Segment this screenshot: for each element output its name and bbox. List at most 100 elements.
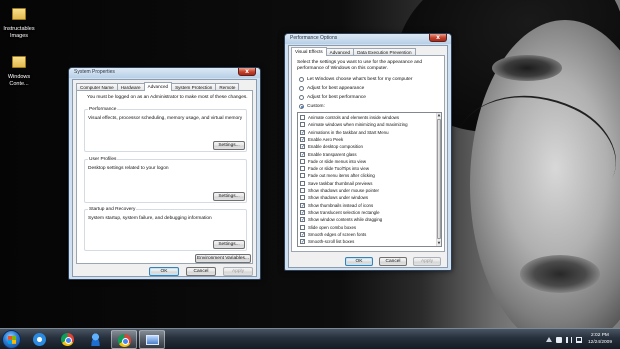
show-hidden-icons-icon[interactable] (545, 337, 552, 342)
taskbar-chrome-window[interactable] (111, 330, 137, 349)
visual-effect-label: Animations in the taskbar and Start Menu (308, 129, 389, 135)
checkbox[interactable] (300, 158, 305, 164)
desktop-icon-label: Windows (7, 74, 31, 80)
radio-label: Adjust for best performance (307, 95, 366, 100)
taskbar-system-properties[interactable] (139, 330, 165, 349)
checkbox[interactable] (300, 180, 305, 186)
desktop-icon-windows-content[interactable]: Windows Conte... (2, 52, 36, 87)
taskbar-internet-explorer[interactable] (27, 330, 53, 349)
ok-button[interactable]: OK (149, 267, 179, 276)
visual-effect-item[interactable]: ✓ Smooth-scroll list boxes (300, 238, 354, 245)
visual-effect-item[interactable]: ✓ Enable transparent glass (300, 151, 357, 158)
clock-time: 2:02 PM (591, 333, 609, 338)
ok-button[interactable]: OK (345, 257, 373, 266)
visual-effect-item[interactable]: ✓ Enable Aero Peek (300, 136, 343, 143)
chrome-icon (118, 334, 131, 347)
apply-button[interactable]: Apply (223, 267, 253, 276)
close-button[interactable]: x (238, 68, 256, 76)
cancel-button[interactable]: Cancel (186, 267, 216, 276)
visual-effect-item[interactable]: ✓ Show translucent selection rectangle (300, 209, 380, 216)
checkbox[interactable]: ✓ (300, 239, 305, 245)
visual-effect-item[interactable]: ✓ Show window contents while dragging (300, 216, 382, 223)
visual-effect-item[interactable]: ✓ Smooth edges of screen fonts (300, 231, 366, 238)
apply-button[interactable]: Apply (413, 257, 441, 266)
taskbar-chrome[interactable] (55, 330, 81, 349)
performance-options-window: Performance Options x Visual Effects Adv… (284, 33, 452, 271)
volume-icon[interactable] (565, 336, 572, 343)
visual-effect-label: Fade out menu items after clicking (308, 173, 375, 179)
visual-effect-label: Animate controls and elements inside win… (308, 115, 400, 120)
performance-options-titlebar[interactable]: Performance Options x (285, 34, 451, 44)
visual-effect-label: Enable Aero Peek (308, 136, 344, 142)
startup-recovery-title: Startup and Recovery (88, 207, 137, 212)
checkbox[interactable]: ✓ (300, 231, 305, 237)
checkbox[interactable]: ✓ (300, 136, 305, 142)
checkbox[interactable]: ✓ (300, 217, 305, 223)
checkbox[interactable]: ✓ (300, 144, 305, 150)
visual-effect-label: Enable desktop composition (308, 144, 363, 150)
desktop-icon-instructables-images[interactable]: Instructables Images (2, 4, 36, 39)
visual-effect-item[interactable]: Fade or slide ToolTips into view (300, 165, 369, 172)
visual-effect-item[interactable]: Save taskbar thumbnail previews (300, 180, 372, 187)
radio-button[interactable] (299, 95, 304, 100)
radio-button[interactable] (299, 86, 304, 91)
visual-effect-item[interactable]: ✓ Show thumbnails instead of icons (300, 202, 373, 209)
visual-effect-item[interactable]: Animate windows when minimizing and maxi… (300, 121, 408, 128)
checkbox[interactable] (300, 195, 305, 201)
checkbox[interactable] (300, 166, 305, 172)
network-icon[interactable] (575, 336, 582, 343)
tab-visual-effects[interactable]: Visual Effects (291, 47, 327, 56)
checkbox[interactable]: ✓ (300, 202, 305, 208)
close-icon: x (436, 34, 440, 41)
list-scrollbar[interactable]: ▲ ▼ (436, 113, 441, 246)
visual-effect-item[interactable]: Animate controls and elements inside win… (300, 114, 399, 121)
checkbox[interactable] (300, 188, 305, 193)
startup-recovery-settings-button[interactable]: Settings... (213, 240, 245, 249)
checkbox[interactable] (300, 173, 305, 179)
radio-best-performance[interactable]: Adjust for best performance (299, 94, 366, 101)
checkbox[interactable]: ✓ (300, 151, 305, 157)
scrollbar-thumb[interactable] (437, 119, 441, 239)
visual-effect-item[interactable]: ✓ Animations in the taskbar and Start Men… (300, 129, 389, 136)
visual-effect-item[interactable]: Slide open combo boxes (300, 224, 356, 231)
window-title: System Properties (74, 69, 115, 75)
close-button[interactable]: x (429, 34, 447, 42)
user-profiles-title: User Profiles (88, 157, 118, 162)
notification-area: 2:02 PM 12/24/2009 (545, 331, 612, 348)
scroll-up-icon[interactable]: ▲ (437, 113, 441, 118)
visual-effect-item[interactable]: Show shadows under windows (300, 194, 368, 201)
flag-icon[interactable] (555, 336, 562, 343)
system-properties-titlebar[interactable]: System Properties x (69, 68, 260, 78)
clock[interactable]: 2:02 PM 12/24/2009 (588, 333, 612, 346)
taskbar-messenger[interactable] (83, 330, 109, 349)
visual-effect-label: Fade or slide menus into view (308, 158, 367, 164)
visual-effect-label: Show shadows under mouse pointer (308, 188, 380, 193)
checkbox[interactable] (300, 122, 305, 128)
visual-effect-item[interactable]: Show shadows under mouse pointer (300, 187, 379, 194)
environment-variables-button[interactable]: Environment Variables... (195, 254, 251, 263)
tab-advanced[interactable]: Advanced (143, 82, 173, 91)
visual-effects-list[interactable]: Animate controls and elements inside win… (297, 112, 442, 247)
visual-effect-label: Show thumbnails instead of icons (308, 202, 374, 208)
radio-button[interactable] (299, 104, 304, 109)
user-profiles-settings-button[interactable]: Settings... (213, 192, 245, 201)
start-button[interactable] (2, 330, 21, 349)
checkbox[interactable]: ✓ (300, 209, 305, 215)
cancel-button[interactable]: Cancel (379, 257, 407, 266)
chrome-icon (61, 333, 74, 346)
radio-best-appearance[interactable]: Adjust for best appearance (299, 85, 364, 92)
checkbox[interactable] (300, 224, 305, 230)
checkbox[interactable] (300, 115, 305, 120)
dialog-body: Visual Effects Advanced Data Execution P… (288, 45, 448, 268)
performance-settings-button[interactable]: Settings... (213, 141, 245, 150)
visual-effect-label: Show translucent selection rectangle (308, 209, 380, 215)
radio-button[interactable] (299, 77, 304, 82)
startup-recovery-group: Startup and Recovery System startup, sys… (84, 207, 247, 251)
visual-effect-item[interactable]: Fade out menu items after clicking (300, 172, 375, 179)
visual-effect-item[interactable]: Fade or slide menus into view (300, 158, 366, 165)
scroll-down-icon[interactable]: ▼ (437, 241, 441, 246)
radio-let-windows-choose[interactable]: Let Windows choose what's best for my co… (299, 76, 412, 83)
visual-effect-item[interactable]: ✓ Enable desktop composition (300, 143, 363, 150)
checkbox[interactable]: ✓ (300, 129, 305, 135)
radio-custom[interactable]: Custom: (299, 103, 325, 110)
